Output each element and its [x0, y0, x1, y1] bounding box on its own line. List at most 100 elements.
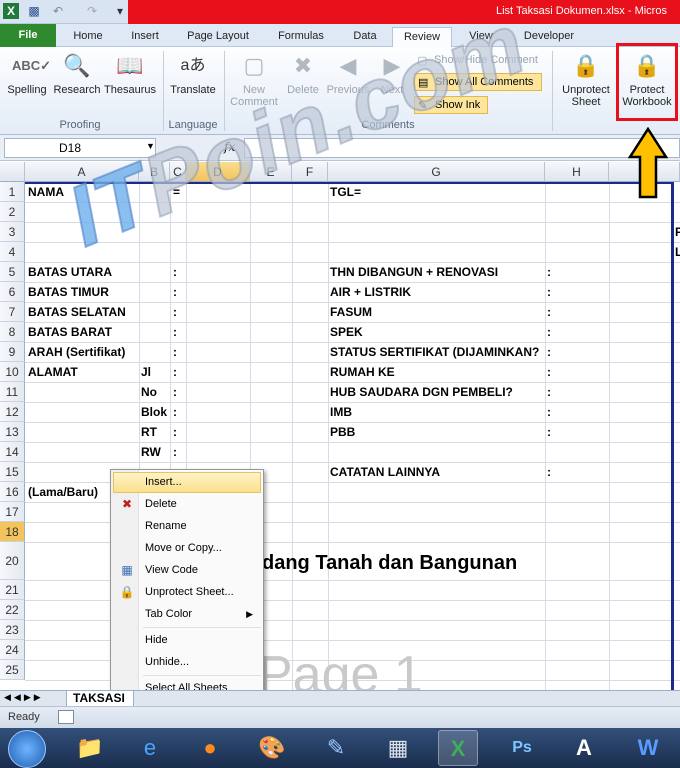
row-header[interactable]: 16 — [0, 482, 25, 502]
row-header[interactable]: 7 — [0, 302, 25, 322]
cell-g15[interactable]: CATATAN LAINNYA — [330, 462, 440, 482]
row-header[interactable]: 15 — [0, 462, 25, 482]
row-header[interactable]: 12 — [0, 402, 25, 422]
wordpad-icon[interactable]: A — [564, 730, 604, 766]
cell-g7[interactable]: FASUM — [330, 302, 372, 322]
cell-a6[interactable]: BATAS TIMUR — [28, 282, 109, 302]
cell-h8[interactable]: : — [547, 322, 551, 342]
row-header[interactable]: 23 — [0, 620, 25, 640]
row-header[interactable]: 20 — [0, 542, 25, 580]
cell-h9[interactable]: : — [547, 342, 551, 362]
tab-page-layout[interactable]: Page Layout — [176, 27, 260, 47]
tab-formulas[interactable]: Formulas — [266, 27, 336, 47]
cell-a10[interactable]: ALAMAT — [28, 362, 78, 382]
row-header[interactable]: 14 — [0, 442, 25, 462]
cell-c7[interactable]: : — [173, 302, 177, 322]
cell-h11[interactable]: : — [547, 382, 551, 402]
cell-b13[interactable]: RT — [141, 422, 157, 442]
cell-h10[interactable]: : — [547, 362, 551, 382]
cell-h13[interactable]: : — [547, 422, 551, 442]
notepad-icon[interactable]: ✎ — [316, 730, 356, 766]
row-header[interactable]: 5 — [0, 262, 25, 282]
row-header[interactable]: 3 — [0, 222, 25, 242]
cell-c10[interactable]: : — [173, 362, 177, 382]
cell-c13[interactable]: : — [173, 422, 177, 442]
tab-insert[interactable]: Insert — [120, 27, 170, 47]
sheet-tab-taksasi[interactable]: TAKSASI — [66, 691, 134, 707]
cell-c12[interactable]: : — [173, 402, 177, 422]
cell-a5[interactable]: BATAS UTARA — [28, 262, 112, 282]
explorer-icon[interactable]: 📁 — [70, 730, 110, 766]
cell-c5[interactable]: : — [173, 262, 177, 282]
cell-c14[interactable]: : — [173, 442, 177, 462]
paint-icon[interactable]: 🎨 — [252, 730, 292, 766]
column-header-h[interactable]: H — [545, 162, 609, 182]
cell-h5[interactable]: : — [547, 262, 551, 282]
cell-g8[interactable]: SPEK — [330, 322, 363, 342]
row-header[interactable]: 1 — [0, 182, 25, 202]
customize-icon[interactable]: ▾ — [112, 3, 128, 19]
cell-c9[interactable]: : — [173, 342, 177, 362]
menu-item-hide[interactable]: Hide — [113, 630, 261, 651]
menu-item-unhide[interactable]: Unhide... — [113, 652, 261, 673]
translate-button[interactable]: aあ Translate — [166, 51, 220, 96]
menu-item-move-copy[interactable]: Move or Copy... — [113, 538, 261, 559]
menu-item-tab-color[interactable]: Tab Color ▶ — [113, 604, 261, 625]
cell-b14[interactable]: RW — [141, 442, 161, 462]
redo-icon[interactable]: ↷ — [84, 3, 100, 19]
cell-g12[interactable]: IMB — [330, 402, 352, 422]
cell-g10[interactable]: RUMAH KE — [330, 362, 395, 382]
calculator-icon[interactable]: ▦ — [378, 730, 418, 766]
cell-a16[interactable]: (Lama/Baru) — [28, 482, 98, 502]
menu-item-insert[interactable]: Insert... — [113, 472, 261, 493]
row-header[interactable]: 10 — [0, 362, 25, 382]
menu-item-view-code[interactable]: ▦ View Code — [113, 560, 261, 581]
column-header-g[interactable]: G — [328, 162, 545, 182]
cell-i4[interactable]: L — [675, 242, 680, 262]
row-header[interactable]: 13 — [0, 422, 25, 442]
spelling-button[interactable]: ABC✓ Spelling — [4, 51, 51, 96]
macro-record-icon[interactable] — [58, 710, 74, 724]
unprotect-sheet-button[interactable]: 🔒 Unprotect Sheet — [556, 51, 616, 108]
menu-item-delete[interactable]: ✖ Delete — [113, 494, 261, 515]
row-header[interactable]: 9 — [0, 342, 25, 362]
cell-a7[interactable]: BATAS SELATAN — [28, 302, 126, 322]
cell-c6[interactable]: : — [173, 282, 177, 302]
row-header[interactable]: 2 — [0, 202, 25, 222]
row-header[interactable]: 11 — [0, 382, 25, 402]
cell-g1[interactable]: TGL= — [330, 182, 361, 202]
cell-i3[interactable]: P — [675, 222, 680, 242]
cell-h12[interactable]: : — [547, 402, 551, 422]
firefox-icon[interactable]: ● — [190, 730, 230, 766]
cell-a9[interactable]: ARAH (Sertifikat) — [28, 342, 125, 362]
cell-g13[interactable]: PBB — [330, 422, 355, 442]
cell-g9[interactable]: STATUS SERTIFIKAT (DIJAMINKAN? — [330, 342, 539, 362]
row-header[interactable]: 8 — [0, 322, 25, 342]
tab-home[interactable]: Home — [62, 27, 114, 47]
undo-icon[interactable]: ↶ — [50, 3, 66, 19]
cell-b12[interactable]: Blok — [141, 402, 167, 422]
save-icon[interactable]: ▩ — [26, 3, 42, 19]
thesaurus-button[interactable]: 📖 Thesaurus — [102, 51, 158, 96]
start-button[interactable] — [8, 730, 46, 768]
row-header[interactable]: 21 — [0, 580, 25, 600]
menu-item-unprotect-sheet[interactable]: 🔒 Unprotect Sheet... — [113, 582, 261, 603]
row-header[interactable]: 24 — [0, 640, 25, 660]
select-all-corner[interactable] — [0, 162, 25, 182]
word-icon[interactable]: W — [628, 730, 668, 766]
row-header[interactable]: 22 — [0, 600, 25, 620]
cell-h15[interactable]: : — [547, 462, 551, 482]
cell-b10[interactable]: Jl — [141, 362, 151, 382]
row-header[interactable]: 25 — [0, 660, 25, 680]
cell-g5[interactable]: THN DIBANGUN + RENOVASI — [330, 262, 498, 282]
excel-logo-icon[interactable]: X — [3, 3, 19, 19]
row-header[interactable]: 17 — [0, 502, 25, 522]
row-header[interactable]: 6 — [0, 282, 25, 302]
cell-h7[interactable]: : — [547, 302, 551, 322]
cell-row20-heading[interactable]: dang Tanah dan Bangunan — [262, 550, 517, 576]
tab-file[interactable]: File — [0, 24, 56, 47]
cell-g11[interactable]: HUB SAUDARA DGN PEMBELI? — [330, 382, 513, 402]
cell-c11[interactable]: : — [173, 382, 177, 402]
cell-b11[interactable]: No — [141, 382, 157, 402]
sheet-nav-arrows-icon[interactable]: ◀◀▶▶ — [4, 692, 44, 703]
